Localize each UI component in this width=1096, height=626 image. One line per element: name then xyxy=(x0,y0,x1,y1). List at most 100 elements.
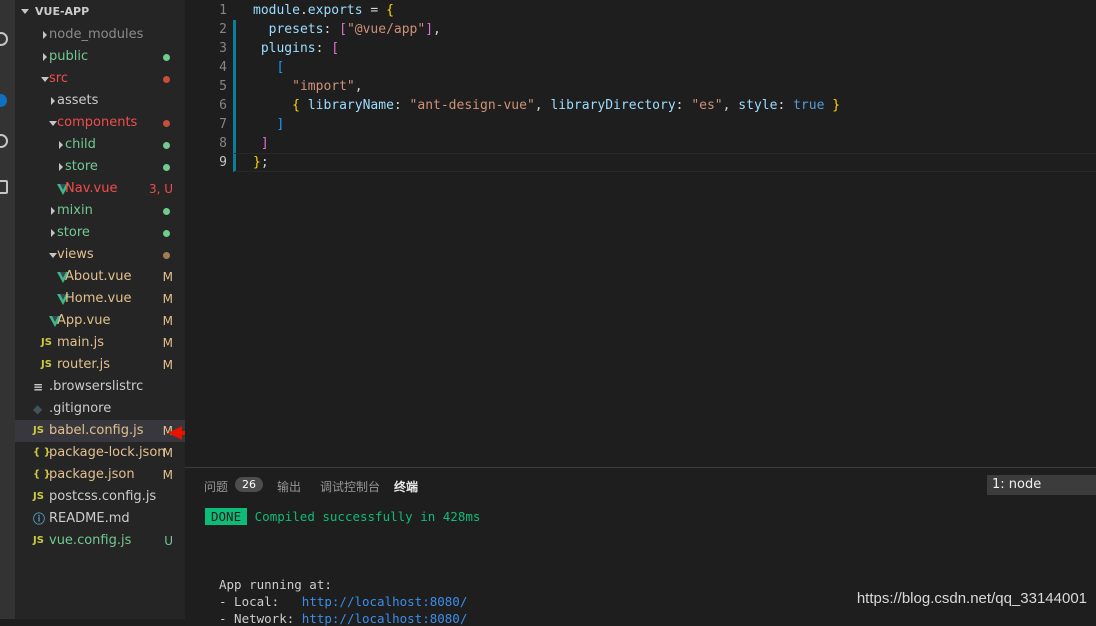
js-file-icon: JS xyxy=(41,337,52,348)
terminal-select[interactable]: 1: node xyxy=(987,475,1096,495)
tree-file[interactable]: JS router.js M xyxy=(15,354,185,376)
chevron-right-icon xyxy=(51,207,55,215)
tab-debug-console[interactable]: 调试控制台 xyxy=(320,478,380,495)
tab-problems[interactable]: 问题 xyxy=(204,478,228,495)
tree-file[interactable]: JS main.js M xyxy=(15,332,185,354)
tree-file[interactable]: JS postcss.config.js xyxy=(15,486,185,508)
code-line[interactable]: "import", xyxy=(253,77,362,96)
code-line[interactable]: ] xyxy=(253,134,269,153)
tree-item-label: src xyxy=(49,71,68,86)
chevron-down-icon xyxy=(49,121,57,126)
tree-folder[interactable]: components xyxy=(15,112,185,134)
code-editor[interactable]: 1 2 3 4 5 6 7 8 9 module.exports = { presets: ["… xyxy=(185,0,1096,467)
info-file-icon: ⓘ xyxy=(33,512,46,526)
tree-item-label: .browserslistrc xyxy=(49,379,144,394)
tree-folder[interactable]: store xyxy=(15,156,185,178)
tree-file[interactable]: About.vue M xyxy=(15,266,185,288)
tree-folder[interactable]: src xyxy=(15,68,185,90)
chevron-down-icon xyxy=(49,253,57,258)
git-status-badge: M xyxy=(162,468,173,482)
problems-count-badge: 26 xyxy=(235,477,263,492)
git-status-badge: M xyxy=(162,358,173,372)
tree-folder[interactable]: node_modules xyxy=(15,24,185,46)
code-line[interactable]: ] xyxy=(253,115,284,134)
git-status-dot xyxy=(163,142,170,149)
tree-file[interactable]: ◆ .gitignore xyxy=(15,398,185,420)
chevron-right-icon xyxy=(51,97,55,105)
git-status-badge: M xyxy=(162,292,173,306)
tree-file[interactable]: App.vue M xyxy=(15,310,185,332)
tree-item-label: child xyxy=(65,137,96,152)
git-status-dot xyxy=(163,164,170,171)
tree-item-label: Nav.vue xyxy=(65,181,118,196)
code-line[interactable]: plugins: [ xyxy=(253,39,339,58)
tree-item-label: package.json xyxy=(49,467,135,482)
tree-folder[interactable]: views xyxy=(15,244,185,266)
git-status-badge: M xyxy=(162,336,173,350)
git-status-dot xyxy=(163,208,170,215)
extensions-icon[interactable] xyxy=(0,180,8,194)
git-status-badge: 3, U xyxy=(148,182,173,196)
tree-file[interactable]: ⓘ README.md xyxy=(15,508,185,530)
line-number: 7 xyxy=(219,117,227,132)
code-line[interactable]: { libraryName: "ant-design-vue", library… xyxy=(253,96,840,115)
tree-file[interactable]: Nav.vue 3, U xyxy=(15,178,185,200)
search-icon[interactable] xyxy=(0,32,8,46)
line-number: 8 xyxy=(219,136,227,151)
git-status-badge: U xyxy=(164,534,173,548)
tree-file[interactable]: ≡ .browserslistrc xyxy=(15,376,185,398)
tree-item-label: postcss.config.js xyxy=(49,489,157,504)
git-status-dot xyxy=(163,252,170,259)
source-control-badge[interactable] xyxy=(0,94,7,107)
debug-icon[interactable] xyxy=(0,134,8,148)
tree-file[interactable]: Home.vue M xyxy=(15,288,185,310)
chevron-down-icon xyxy=(41,77,49,82)
red-arrow-annotation xyxy=(168,426,185,440)
tree-item-label: .gitignore xyxy=(49,401,112,416)
chevron-right-icon xyxy=(51,229,55,237)
git-status-badge: M xyxy=(162,314,173,328)
chevron-down-icon xyxy=(21,9,29,14)
explorer-root-title: VUE-APP xyxy=(35,5,90,18)
line-number: 3 xyxy=(219,41,227,56)
tree-item-label: babel.config.js xyxy=(49,423,144,438)
tree-item-label: main.js xyxy=(57,335,104,350)
tree-file[interactable]: JS vue.config.js U xyxy=(15,530,185,552)
tree-file[interactable]: JS babel.config.js M xyxy=(15,420,185,442)
line-number: 6 xyxy=(219,98,227,113)
terminal-running-line: App running at: xyxy=(219,577,332,592)
tree-item-label: store xyxy=(57,225,90,240)
tree-item-label: App.vue xyxy=(57,313,111,328)
tree-item-label: About.vue xyxy=(65,269,132,284)
tree-folder[interactable]: public xyxy=(15,46,185,68)
terminal-local-line: - Local: http://localhost:8080/ xyxy=(219,594,467,609)
tree-item-label: Home.vue xyxy=(65,291,132,306)
explorer-root-header[interactable]: VUE-APP xyxy=(15,0,185,24)
tree-folder[interactable]: store xyxy=(15,222,185,244)
watermark: https://blog.csdn.net/qq_33144001 xyxy=(856,590,1087,607)
list-file-icon: ≡ xyxy=(33,380,44,394)
tree-item-label: assets xyxy=(57,93,99,108)
tree-file[interactable]: { } package.json M xyxy=(15,464,185,486)
tree-item-label: vue.config.js xyxy=(49,533,132,548)
tree-file[interactable]: { } package-lock.json M xyxy=(15,442,185,464)
git-status-badge: M xyxy=(162,446,173,460)
code-line[interactable]: [ xyxy=(253,58,284,77)
tree-item-label: components xyxy=(57,115,138,130)
js-file-icon: JS xyxy=(33,491,44,502)
tab-output[interactable]: 输出 xyxy=(277,478,301,495)
code-line[interactable]: module.exports = { xyxy=(253,1,394,20)
tab-terminal[interactable]: 终端 xyxy=(394,478,418,495)
js-file-icon: JS xyxy=(33,425,44,436)
tree-folder[interactable]: child xyxy=(15,134,185,156)
tree-item-label: public xyxy=(49,49,89,64)
terminal-compiled-line: DONE Compiled successfully in 428ms xyxy=(205,508,480,525)
js-file-icon: JS xyxy=(41,359,52,370)
local-url-link[interactable]: http://localhost:8080/ xyxy=(302,594,468,609)
code-line[interactable]: presets: ["@vue/app"], xyxy=(253,20,441,39)
git-file-icon: ◆ xyxy=(33,402,43,416)
code-line[interactable]: }; xyxy=(253,153,269,172)
tree-folder[interactable]: assets xyxy=(15,90,185,112)
tree-folder[interactable]: mixin xyxy=(15,200,185,222)
explorer-sidebar: VUE-APP node_modulespublic src assets compo… xyxy=(15,0,185,619)
